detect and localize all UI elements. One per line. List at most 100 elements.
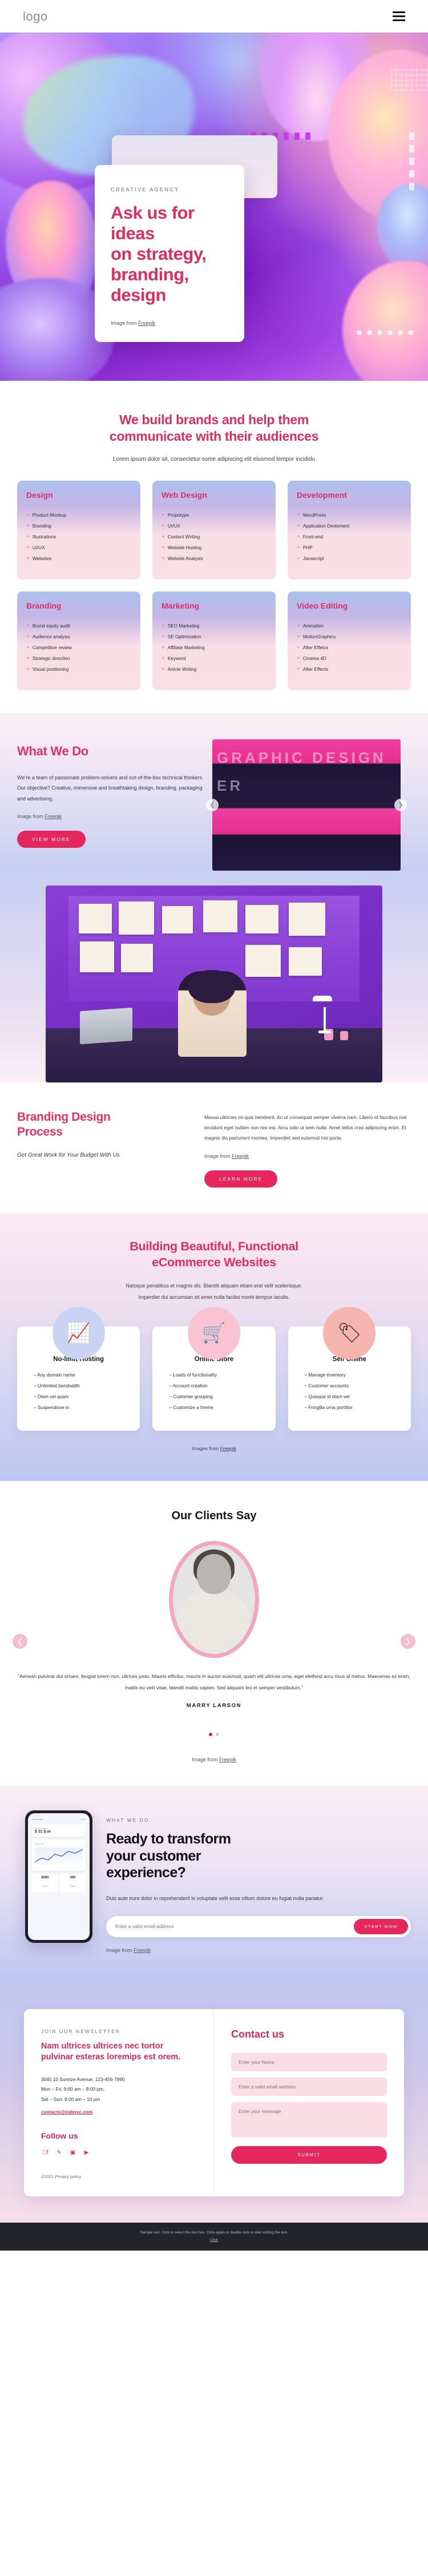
footer-spacer [24,2196,404,2223]
credit-link[interactable]: Freepik [134,1947,151,1953]
prev-arrow-icon[interactable]: ❮ [13,1633,27,1649]
sticky-note [80,941,114,972]
credit-link[interactable]: Freepik [219,1757,236,1762]
footer-email-link[interactable]: contacts@esbnyc.com [41,2109,92,2115]
service-list-item[interactable]: + Javascript [297,556,402,562]
service-list-item[interactable]: + After Effects [297,666,402,673]
service-card[interactable]: Web Design + Propotype + UI/UX + Content Wr… [152,480,276,579]
service-list-item[interactable]: + MotionGraphics [297,634,402,640]
service-list-item[interactable]: + WordPress [297,512,402,518]
ecommerce-credit: Images from Freepik [17,1446,411,1451]
service-list-item[interactable]: + Competitive review [26,645,131,651]
pager-dot-active[interactable] [209,1733,212,1737]
ecommerce-card[interactable]: 🏷 Sell Online – Manage inventory – Custo… [288,1306,411,1431]
view-more-button[interactable]: VIEW MORE [17,831,86,848]
avatar [169,1540,259,1658]
list-item: – Fringilla urna porttitor [304,1404,353,1410]
services-subtitle: Lorem ipsum dolor sit, consectetur some … [112,456,316,462]
credit-prefix: Image from [191,1757,219,1763]
service-list-item[interactable]: + Product Mockup [26,512,131,518]
plus-icon: + [297,666,300,673]
service-list-item[interactable]: + Illustrations [26,534,131,540]
pager-dot[interactable] [216,1733,219,1737]
service-list-item[interactable]: + Visual positioning [26,666,131,673]
service-list-item[interactable]: + UI/UX [26,545,131,551]
service-list-item[interactable]: + Websites [26,556,131,562]
list-item: – Account creation [169,1383,208,1388]
service-list-item[interactable]: + SEO Marketing [161,623,267,629]
service-list-item[interactable]: + Affiliate Marketing [161,645,267,651]
list-item: – Suspendisse in [34,1404,70,1410]
service-list-item[interactable]: + Audience analysis [26,634,131,640]
phone-stats: 3680 Orders 465 Visits [32,1874,86,1893]
service-list-item[interactable]: + PHP [297,545,402,551]
logo[interactable]: logo [23,9,48,24]
phone-stat: 3680 Orders [32,1874,58,1893]
next-arrow-icon[interactable]: ❯ [401,1633,415,1649]
twitter-icon[interactable]: ✎ [55,2148,63,2157]
plus-icon: + [161,533,165,540]
credit-link[interactable]: Freepik [45,814,62,819]
phone-balance-value: $ 31 b.m [35,1830,51,1834]
service-list-item[interactable]: + Application Devloment [297,523,402,529]
sticky-note [289,947,322,976]
what-we-do-slider: GRAPHIC DESIGNER ❮ ❯ [206,739,407,871]
credit-link[interactable]: Freepik [232,1153,249,1159]
service-list-item[interactable]: + Animation [297,623,402,629]
cta-heading-line: experience? [106,1865,186,1881]
plus-icon: + [161,544,165,551]
service-card[interactable]: Branding + Brand equity audit + Audience a… [17,591,140,690]
ecommerce-card[interactable]: 📈 No-limit Hosting – Any domain name – U… [17,1306,140,1431]
instagram-icon[interactable]: ▣ [68,2148,77,2157]
service-card[interactable]: Marketing + SEO Marketing + SE Optimizatio… [152,591,276,690]
submit-button[interactable]: SUBMIT [231,2146,387,2164]
service-card[interactable]: Development + WordPress + Application Devl… [288,480,411,579]
contact-name-input[interactable] [231,2052,387,2071]
learn-more-button[interactable]: LEARN MORE [204,1170,278,1188]
service-list-item[interactable]: + Strategic direction [26,655,131,662]
service-list-item[interactable]: + Brand equity audit [26,623,131,629]
ecommerce-heading: Building Beautiful, Functional eCommerce… [17,1239,411,1270]
service-list-item[interactable]: + Website Analysis [161,556,267,562]
hamburger-icon[interactable] [393,11,405,21]
service-list-item[interactable]: + Propotype [161,512,267,518]
service-list-item[interactable]: + Front-end [297,534,402,540]
plus-icon: + [26,555,30,562]
service-list-item[interactable]: + After Effetcs [297,645,402,651]
contact-message-input[interactable] [231,2102,387,2138]
credit-link[interactable]: Freepik [220,1446,236,1451]
credit-link[interactable]: Freepik [138,320,155,326]
cta-email-input[interactable] [115,1923,354,1930]
newsletter-eyebrow: JOIN OUR NEWSLETTER [41,2028,121,2034]
prev-arrow-icon[interactable]: ❮ [206,798,219,811]
service-card[interactable]: Video Editing + Animation + MotionGraphics… [288,591,411,690]
facebook-icon[interactable]: f [41,2148,50,2157]
list-item: – Loads of functionality [169,1372,217,1378]
service-card-list: + Propotype + UI/UX + Content Writing + Webs… [161,512,267,562]
service-list-item[interactable]: + SE Optimization [161,634,267,640]
hero-section: CREATIVE AGENCY Ask us for ideas on stra… [0,33,428,381]
service-list-item[interactable]: + UI/UX [161,523,267,529]
service-list-item[interactable]: + Cinema 4D [297,655,402,662]
plus-icon: + [26,655,30,662]
branding-left: Branding Design Process Get Great Work f… [17,1110,188,1188]
decorative-dots-horizontal [357,330,413,335]
service-list-item[interactable]: + Website Hosting [161,545,267,551]
ecommerce-card-list: – Any domain name – Unlimited bandwidth … [29,1372,128,1410]
next-arrow-icon[interactable]: ❯ [394,798,407,811]
service-list-item[interactable]: + Keyword [161,655,267,662]
bottom-bar-link[interactable]: Click [210,2238,218,2242]
ecommerce-card[interactable]: 🛒 Online Store – Loads of functionality … [152,1306,276,1431]
youtube-icon[interactable]: ▶ [82,2148,91,2157]
contact-email-input[interactable] [231,2077,387,2096]
service-list-item[interactable]: + Article Writing [161,666,267,673]
decorative-dots-vertical [409,132,414,190]
service-list-item[interactable]: + Content Writing [161,534,267,540]
start-now-button[interactable]: START NOW [354,1918,408,1934]
service-card[interactable]: Design + Product Mockup + Branding + Illust… [17,480,140,579]
plus-icon: + [297,622,300,629]
service-list-item[interactable]: + Branding [26,523,131,529]
carousel-pager [17,1733,411,1737]
cta-heading-line: Ready to transform [106,1831,231,1848]
branding-paragraph: Massa ultricies mi quis hendrerit. Ac ut… [204,1114,407,1141]
